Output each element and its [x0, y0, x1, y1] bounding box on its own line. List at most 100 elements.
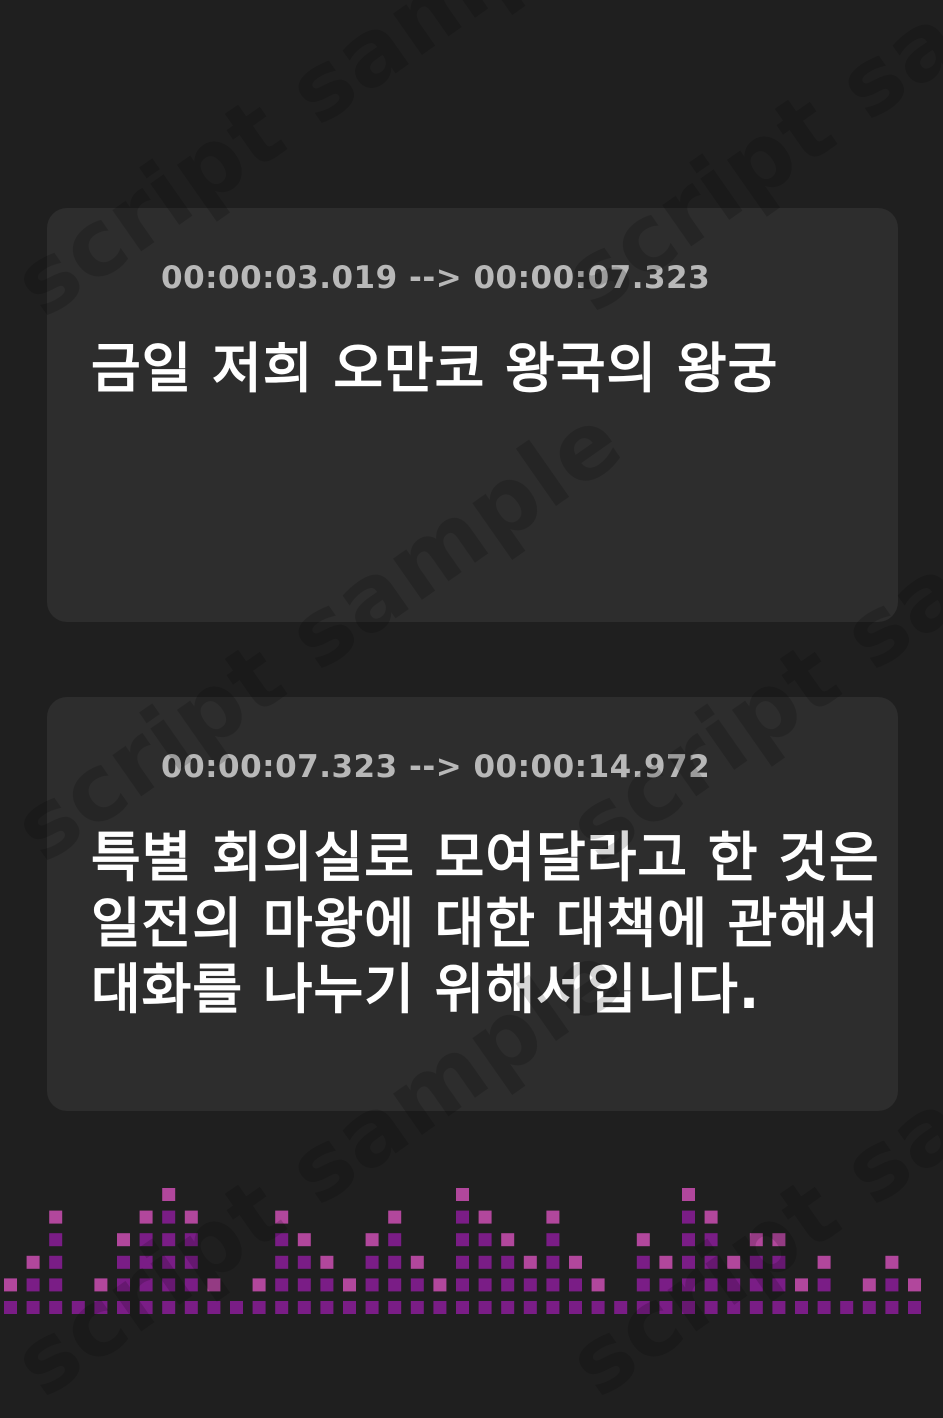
equalizer-block	[636, 1233, 650, 1247]
subtitle-text: 금일 저희 오만코 왕국의 왕궁	[91, 337, 779, 400]
equalizer-block	[569, 1255, 582, 1269]
subtitle-card: 00:00:07.323 --> 00:00:14.972 특별 회의실로 모여…	[47, 697, 898, 1111]
equalizer-block	[365, 1255, 379, 1269]
equalizer-block	[49, 1255, 63, 1269]
equalizer-block	[682, 1278, 695, 1292]
equalizer-block	[749, 1278, 763, 1292]
equalizer-block	[727, 1278, 741, 1292]
equalizer-block	[501, 1301, 515, 1314]
equalizer-block	[478, 1301, 492, 1314]
equalizer-block	[749, 1255, 763, 1269]
equalizer-block	[71, 1301, 85, 1314]
equalizer-block	[207, 1278, 221, 1292]
equalizer-block	[682, 1233, 695, 1247]
equalizer-block	[817, 1255, 831, 1269]
equalizer-block	[682, 1301, 695, 1314]
equalizer-block	[704, 1210, 718, 1224]
equalizer-block	[501, 1278, 515, 1292]
equalizer-block	[727, 1255, 741, 1269]
equalizer-block	[546, 1278, 560, 1292]
subtitle-card-header: 00:00:03.019 --> 00:00:07.323	[89, 258, 710, 298]
equalizer-block	[162, 1301, 176, 1314]
equalizer-block	[139, 1210, 153, 1224]
equalizer-block	[591, 1301, 605, 1314]
equalizer-block	[388, 1301, 402, 1314]
equalizer-block	[4, 1301, 17, 1314]
equalizer-block	[523, 1301, 537, 1314]
equalizer-block	[4, 1278, 17, 1292]
equalizer-block	[117, 1301, 130, 1314]
equalizer-block	[636, 1255, 650, 1269]
equalizer-block	[388, 1210, 402, 1224]
equalizer-block	[704, 1233, 718, 1247]
equalizer-block	[456, 1188, 469, 1201]
equalizer-block	[365, 1278, 379, 1292]
equalizer-block	[795, 1301, 808, 1314]
equalizer-block	[410, 1301, 424, 1314]
equalizer-block	[501, 1255, 515, 1269]
equalizer-block	[297, 1278, 311, 1292]
subtitle-timestamp: 00:00:07.323 --> 00:00:14.972	[161, 749, 711, 785]
equalizer-block	[523, 1278, 537, 1292]
subtitle-timestamp: 00:00:03.019 --> 00:00:07.323	[161, 260, 711, 296]
equalizer-block	[162, 1255, 176, 1269]
equalizer-block	[704, 1278, 718, 1292]
equalizer-block	[478, 1278, 492, 1292]
equalizer-block	[320, 1301, 334, 1314]
equalizer-block	[885, 1278, 899, 1292]
equalizer-block	[275, 1301, 289, 1314]
audio-wave-icon	[90, 259, 136, 297]
equalizer-block	[320, 1255, 334, 1269]
equalizer-block	[817, 1301, 831, 1314]
equalizer-block	[456, 1255, 469, 1269]
equalizer-block	[139, 1301, 153, 1314]
equalizer-block	[139, 1255, 153, 1269]
equalizer-block	[49, 1210, 63, 1224]
equalizer-block	[908, 1278, 921, 1292]
equalizer-block	[569, 1301, 582, 1314]
equalizer-block	[252, 1301, 266, 1314]
subtitle-card-header: 00:00:07.323 --> 00:00:14.972	[89, 747, 710, 787]
equalizer-block	[546, 1255, 560, 1269]
equalizer-block	[840, 1301, 854, 1314]
equalizer-block	[410, 1278, 424, 1292]
equalizer-block	[49, 1233, 63, 1247]
equalizer-block	[410, 1255, 424, 1269]
subtitle-text: 특별 회의실로 모여달라고 한 것은 일전의 마왕에 대한 대책에 관해서 대화…	[91, 826, 880, 1021]
equalizer-block	[162, 1210, 176, 1224]
equalizer-block	[885, 1255, 899, 1269]
equalizer-block	[704, 1301, 718, 1314]
equalizer-block	[546, 1301, 560, 1314]
equalizer-block	[727, 1301, 741, 1314]
equalizer-block	[297, 1233, 311, 1247]
equalizer-block	[26, 1301, 40, 1314]
equalizer-block	[478, 1255, 492, 1269]
equalizer-block	[704, 1255, 718, 1269]
equalizer-block	[546, 1233, 560, 1247]
equalizer-block	[230, 1301, 243, 1314]
equalizer-block	[388, 1255, 402, 1269]
equalizer-block	[591, 1278, 605, 1292]
equalizer-block	[275, 1210, 289, 1224]
equalizer-block	[862, 1278, 876, 1292]
equalizer-block	[659, 1301, 673, 1314]
equalizer-block	[772, 1255, 786, 1269]
equalizer-block	[456, 1233, 469, 1247]
equalizer-block	[297, 1301, 311, 1314]
equalizer-block	[772, 1233, 786, 1247]
equalizer-block	[184, 1255, 198, 1269]
equalizer-block	[659, 1278, 673, 1292]
watermark-layer: script sample script sample script sampl…	[0, 0, 943, 1418]
equalizer-block	[275, 1278, 289, 1292]
equalizer-block	[184, 1233, 198, 1247]
subtitle-card: 00:00:03.019 --> 00:00:07.323 금일 저희 오만코 …	[47, 208, 898, 622]
equalizer-block	[184, 1301, 198, 1314]
equalizer-block	[49, 1278, 63, 1292]
equalizer-block	[862, 1301, 876, 1314]
equalizer-block	[184, 1278, 198, 1292]
equalizer-block	[139, 1233, 153, 1247]
equalizer-block	[49, 1301, 63, 1314]
equalizer-block	[795, 1278, 808, 1292]
equalizer-block	[636, 1278, 650, 1292]
equalizer-block	[320, 1278, 334, 1292]
